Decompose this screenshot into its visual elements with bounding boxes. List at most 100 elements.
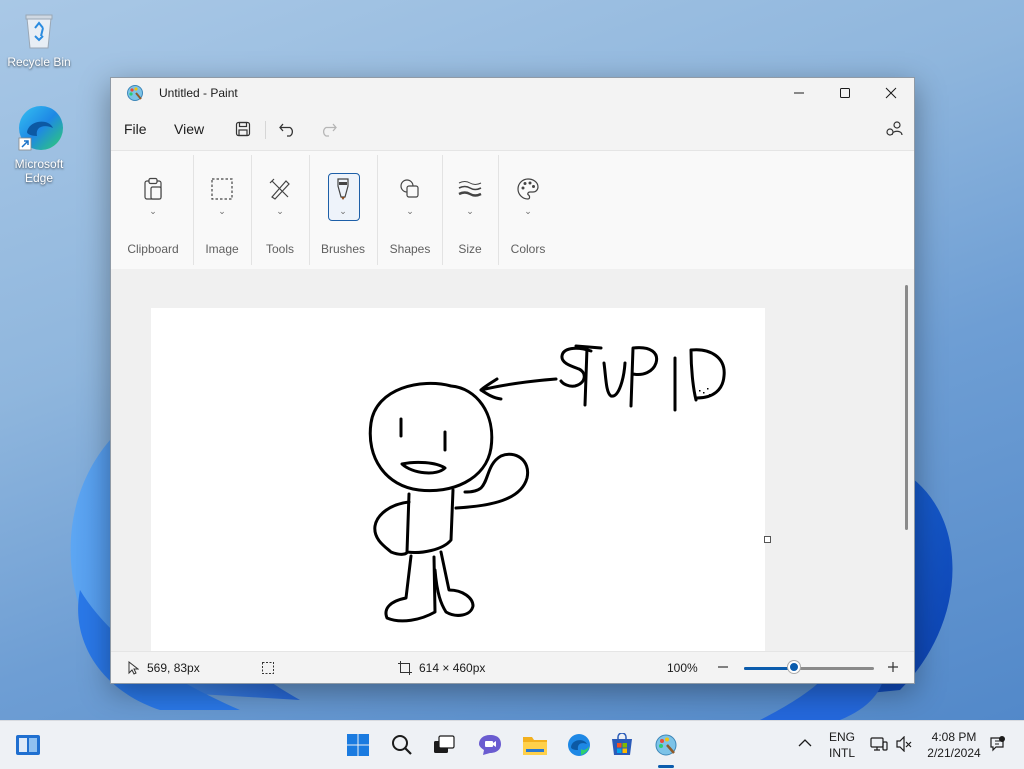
group-tools[interactable]: ⌄ Tools xyxy=(252,151,308,269)
chevron-down-icon: ⌄ xyxy=(149,206,157,216)
group-label-tools: Tools xyxy=(265,242,294,256)
chevron-down-icon: ⌄ xyxy=(218,206,226,216)
show-hidden-icons-button[interactable] xyxy=(798,737,812,751)
canvas-size: 614 × 460px xyxy=(419,661,486,675)
tools-icon xyxy=(266,175,294,203)
group-label-clipboard: Clipboard xyxy=(127,242,179,256)
toolbar-divider xyxy=(265,121,266,139)
plus-icon xyxy=(888,662,898,672)
notification-icon[interactable] xyxy=(988,735,1006,756)
store-button[interactable] xyxy=(606,729,638,761)
search-button[interactable] xyxy=(386,729,418,761)
window-title: Untitled - Paint xyxy=(159,86,238,100)
chevron-down-icon: ⌄ xyxy=(466,206,474,216)
start-button[interactable] xyxy=(342,729,374,761)
selection-size-icon xyxy=(261,661,275,678)
chevron-down-icon: ⌄ xyxy=(276,206,284,216)
volume-muted-icon[interactable] xyxy=(896,735,912,755)
group-size[interactable]: ⌄ Size xyxy=(443,151,497,269)
ribbon: ⌄ Clipboard ⌄ Image ⌄ Tools ⌄ Brushes ⌄ … xyxy=(111,150,914,270)
clock[interactable]: 4:08 PM 2/21/2024 xyxy=(922,729,986,761)
task-view-icon xyxy=(434,735,455,753)
zoom-out-button[interactable] xyxy=(717,660,729,676)
teams-chat-button[interactable] xyxy=(474,729,506,761)
paint-icon xyxy=(655,734,677,756)
zoom-slider-thumb[interactable] xyxy=(788,661,800,673)
account-settings-icon xyxy=(886,121,903,136)
drawing-canvas[interactable] xyxy=(151,308,765,651)
menu-file[interactable]: File xyxy=(124,121,147,137)
vertical-scrollbar[interactable] xyxy=(905,285,908,530)
keyboard-layout: INTL xyxy=(828,746,855,760)
group-label-brushes: Brushes xyxy=(320,242,366,256)
minimize-button[interactable] xyxy=(776,78,822,108)
undo-button[interactable] xyxy=(276,117,300,141)
language-indicator[interactable]: ENG INTL xyxy=(826,729,858,761)
close-button[interactable] xyxy=(868,78,914,108)
maximize-icon xyxy=(840,88,850,98)
title-bar[interactable]: Untitled - Paint xyxy=(111,78,914,108)
zoom-slider[interactable] xyxy=(744,667,874,670)
group-label-size: Size xyxy=(458,242,482,256)
cursor-position: 569, 83px xyxy=(147,661,200,675)
group-image[interactable]: ⌄ Image xyxy=(194,151,250,269)
status-bar: 569, 83px 614 × 460px 100% xyxy=(111,651,914,683)
shapes-icon xyxy=(396,175,424,203)
edge-icon xyxy=(568,734,590,756)
clipboard-icon xyxy=(139,175,167,203)
canvas-resize-handle[interactable] xyxy=(764,536,771,543)
recycle-bin-label: Recycle Bin xyxy=(7,55,71,69)
close-icon xyxy=(885,87,897,99)
widgets-icon xyxy=(16,735,40,755)
canvas-size-icon xyxy=(398,661,412,678)
group-clipboard[interactable]: ⌄ Clipboard xyxy=(123,151,183,269)
recycle-bin-icon xyxy=(1,10,77,53)
redo-button[interactable] xyxy=(316,117,340,141)
search-icon xyxy=(392,735,412,755)
teams-chat-icon xyxy=(479,735,501,755)
chevron-up-icon xyxy=(798,739,812,747)
paint-taskbar-button[interactable] xyxy=(650,729,682,761)
desktop-icon-recycle-bin[interactable]: Recycle Bin xyxy=(1,10,77,69)
task-view-button[interactable] xyxy=(428,729,460,761)
group-label-colors: Colors xyxy=(510,242,546,256)
edge-icon xyxy=(1,104,77,155)
save-button[interactable] xyxy=(231,117,255,141)
palette-icon xyxy=(514,175,542,203)
minimize-icon xyxy=(794,92,804,94)
edge-taskbar-button[interactable] xyxy=(563,729,595,761)
save-icon xyxy=(235,121,251,137)
maximize-button[interactable] xyxy=(822,78,868,108)
group-label-image: Image xyxy=(205,242,239,256)
group-brushes[interactable]: ⌄ Brushes xyxy=(310,151,376,269)
chevron-down-icon: ⌄ xyxy=(339,206,347,216)
brush-icon xyxy=(329,175,357,203)
group-colors[interactable]: ⌄ Colors xyxy=(499,151,557,269)
menu-view[interactable]: View xyxy=(174,121,204,137)
store-icon xyxy=(612,733,632,755)
zoom-slider-fill xyxy=(744,667,794,670)
size-icon xyxy=(456,175,484,203)
desktop-icon-edge[interactable]: Microsoft Edge xyxy=(1,104,77,185)
file-explorer-button[interactable] xyxy=(519,729,551,761)
zoom-in-button[interactable] xyxy=(887,661,899,676)
pointer-icon xyxy=(127,660,140,678)
chevron-down-icon: ⌄ xyxy=(406,206,414,216)
clock-date: 2/21/2024 xyxy=(927,746,981,760)
group-shapes[interactable]: ⌄ Shapes xyxy=(378,151,442,269)
menu-bar: File View xyxy=(111,108,914,150)
canvas-drawing xyxy=(368,344,726,623)
undo-icon xyxy=(279,123,294,137)
zoom-level: 100% xyxy=(667,661,698,675)
paint-app-icon xyxy=(126,84,144,102)
clock-time: 4:08 PM xyxy=(931,730,977,744)
chevron-down-icon: ⌄ xyxy=(524,206,532,216)
folder-icon xyxy=(523,737,547,755)
windows-start-icon xyxy=(347,734,369,756)
widgets-button[interactable] xyxy=(12,729,44,761)
settings-button[interactable] xyxy=(882,117,906,141)
network-icon[interactable] xyxy=(870,736,888,755)
paint-window: Untitled - Paint File View ⌄ Clipboard ⌄… xyxy=(110,77,915,684)
minus-icon xyxy=(718,666,728,668)
edge-label: Microsoft Edge xyxy=(14,157,64,185)
